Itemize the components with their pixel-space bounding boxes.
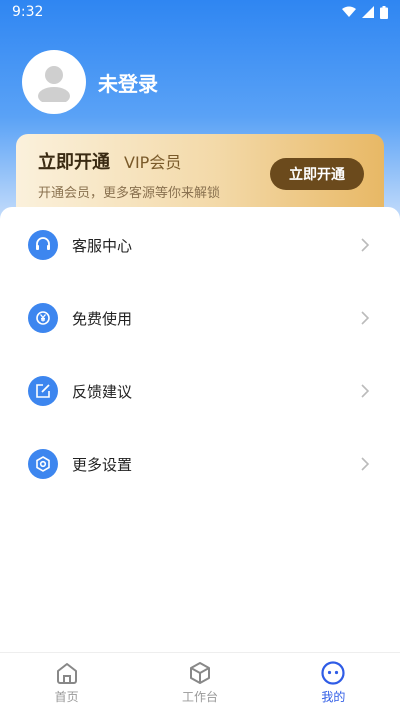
username-label[interactable]: 未登录 [98,68,158,97]
smile-icon [321,661,345,685]
headset-icon [28,230,58,260]
edit-icon [28,376,58,406]
chevron-right-icon [361,384,370,398]
bottom-tab-bar: 首页 工作台 我的 [0,652,400,712]
gear-icon [28,449,58,479]
user-avatar-icon [38,66,70,102]
chevron-right-icon [361,311,370,325]
yuan-refresh-icon [28,303,58,333]
chevron-right-icon [361,238,370,252]
tab-home[interactable]: 首页 [0,653,133,712]
tab-workbench[interactable]: 工作台 [133,653,266,712]
menu-item-label: 客服中心 [72,236,133,255]
vip-subtitle: VIP会员 [124,153,182,172]
menu-item-free-use[interactable]: 免费使用 [0,288,400,348]
cube-icon [189,662,210,684]
chevron-right-icon [361,457,370,471]
vip-title: 立即开通 [38,152,110,173]
tab-mine[interactable]: 我的 [267,653,400,712]
vip-activate-button[interactable]: 立即开通 [270,158,364,190]
wifi-icon [342,6,356,17]
menu-item-settings[interactable]: 更多设置 [0,434,400,494]
tab-label: 工作台 [181,690,218,704]
avatar[interactable] [22,50,86,114]
menu-item-feedback[interactable]: 反馈建议 [0,361,400,421]
status-icons [342,5,388,19]
tab-label: 我的 [321,690,346,704]
signal-icon [362,6,374,18]
menu-item-label: 免费使用 [72,309,133,328]
home-icon [56,663,77,684]
menu-item-customer-service[interactable]: 客服中心 [0,215,400,275]
menu-item-label: 反馈建议 [72,382,133,401]
profile-section[interactable]: 未登录 [22,50,158,114]
status-time: 9:32 [12,4,44,20]
menu-panel: 客服中心 免费使用 反馈建议 更多设置 [0,207,400,652]
battery-icon [380,5,388,19]
status-bar: 9:32 [0,0,400,24]
menu-item-label: 更多设置 [72,455,133,474]
tab-label: 首页 [54,690,79,704]
